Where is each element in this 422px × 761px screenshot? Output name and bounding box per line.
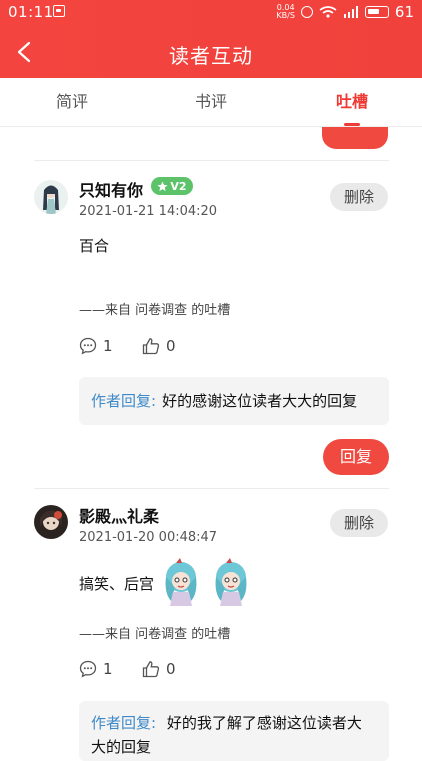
star-icon [157, 180, 168, 191]
wifi-icon [319, 6, 337, 18]
page-title: 读者互动 [169, 44, 253, 68]
comment-time: 2021-01-21 14:04:20 [79, 204, 218, 219]
tab-short-review[interactable]: 简评 [32, 78, 112, 126]
author-reply-text-line2: 大的回复 [91, 738, 152, 756]
network-speed-unit: KB/S [276, 11, 295, 20]
notification-icon [53, 5, 65, 17]
app-header: 01:11 0.04 KB/S 61 读者互动 [0, 0, 422, 78]
like-count-value: 0 [166, 660, 176, 678]
thumbs-up-icon [142, 661, 160, 678]
status-bar: 01:11 0.04 KB/S 61 [0, 0, 422, 24]
divider [34, 160, 389, 161]
sticker-emoji [215, 558, 247, 606]
comment-source: ——来自 问卷调查 的吐槽 [79, 627, 231, 642]
like-count-value: 0 [166, 337, 176, 355]
sticker-emoji [165, 558, 197, 606]
avatar[interactable] [34, 180, 68, 214]
comment-count-value: 1 [103, 337, 113, 355]
tab-book-review[interactable]: 书评 [171, 78, 251, 126]
author-reply-label: 作者回复: [91, 714, 157, 732]
status-time: 01:11 [8, 3, 54, 21]
thumbs-up-icon [142, 338, 160, 355]
comment-bubble-icon [79, 660, 97, 678]
divider [34, 488, 389, 489]
tab-complaints[interactable]: 吐槽 [312, 78, 392, 126]
like-count[interactable]: 0 [142, 337, 176, 355]
username[interactable]: 影殿灬礼柔 [79, 503, 159, 527]
vip-badge: V2 [151, 177, 193, 195]
username[interactable]: 只知有你 [79, 177, 143, 201]
status-icons: 0.04 KB/S 61 [276, 2, 414, 22]
comment-content: 搞笑、后宫 [79, 575, 155, 593]
vip-level: V2 [170, 179, 187, 193]
battery-icon [364, 6, 389, 18]
author-reply-text: 好的感谢这位读者大大的回复 [162, 392, 358, 410]
comment-count[interactable]: 1 [79, 337, 113, 355]
comment-bubble-icon [79, 337, 97, 355]
reply-button-partial[interactable] [322, 127, 388, 149]
comment-time: 2021-01-20 00:48:47 [79, 530, 218, 545]
comment-count-value: 1 [103, 660, 113, 678]
network-speed: 0.04 KB/S [276, 4, 295, 20]
comment-content: 百合 [79, 237, 110, 255]
like-count[interactable]: 0 [142, 660, 176, 678]
active-tab-indicator [344, 123, 360, 126]
comment-source: ——来自 问卷调查 的吐槽 [79, 303, 231, 318]
tab-bar: 简评 书评 吐槽 [0, 78, 422, 127]
avatar[interactable] [34, 505, 68, 539]
comment-count[interactable]: 1 [79, 660, 113, 678]
author-reply: 作者回复: 好的我了解了感谢这位读者大 大的回复 [79, 701, 389, 761]
signal-icon [343, 6, 358, 18]
delete-button[interactable]: 删除 [330, 183, 388, 211]
delete-button[interactable]: 删除 [330, 509, 388, 537]
battery-level: 61 [394, 3, 414, 21]
reply-button[interactable]: 回复 [323, 439, 389, 475]
author-reply-text-line1: 好的我了解了感谢这位读者大 [166, 714, 362, 732]
author-reply-label: 作者回复: [91, 392, 157, 410]
author-reply: 作者回复: 好的感谢这位读者大大的回复 [79, 377, 389, 425]
alarm-icon [300, 6, 313, 18]
